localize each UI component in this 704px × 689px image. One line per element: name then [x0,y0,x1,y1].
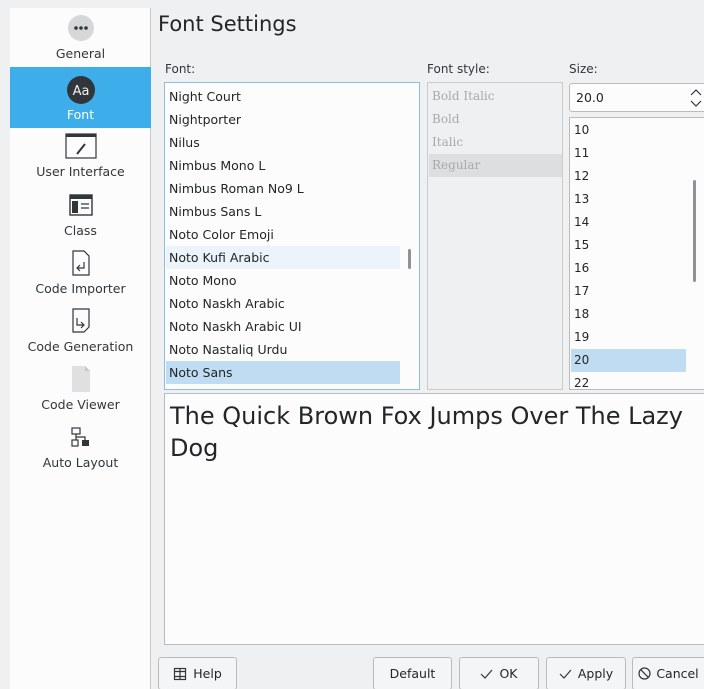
font-style-list[interactable]: Bold Italic Bold Italic Regular [427,82,563,390]
check-icon [559,669,572,679]
sidebar-item-auto-layout[interactable]: Auto Layout [10,421,151,477]
sidebar-item-label: General [55,46,106,61]
size-label: Size: [569,62,598,76]
list-item[interactable]: Nimbus Roman No9 L [166,177,400,200]
default-button-label: Default [389,666,436,681]
list-item[interactable]: 19 [571,326,686,349]
sidebar-item-label: Code Viewer [41,397,120,412]
sidebar-item-label: Font [66,107,95,122]
list-item[interactable]: 11 [571,142,686,165]
list-item[interactable]: 14 [571,211,686,234]
size-spinbox[interactable]: 20.0 [569,83,704,112]
svg-text:Aa: Aa [72,84,89,99]
list-item[interactable]: 18 [571,303,686,326]
list-item[interactable]: 22 [571,372,686,389]
ok-button-label: OK [499,666,518,681]
font-list-scrollbar[interactable] [408,249,411,269]
check-icon [481,669,493,679]
sidebar-item-code-importer[interactable]: Code Importer [10,247,151,303]
cancel-button[interactable]: Cancel [632,657,704,689]
sidebar-item-label: Class [64,223,97,238]
cancel-circle-icon [638,667,651,680]
list-item[interactable]: Nightporter [166,108,400,131]
font-preview-box: The Quick Brown Fox Jumps Over The Lazy … [164,393,704,645]
list-item[interactable]: 16 [571,257,686,280]
sidebar-item-label: User Interface [36,164,125,179]
sidebar-item-label: Code Generation [27,339,134,354]
list-item[interactable]: Noto Naskh Arabic [166,292,400,315]
list-item[interactable]: Noto Mono [166,269,400,292]
font-style-label: Font style: [427,62,490,76]
help-book-icon [174,667,187,680]
list-item[interactable]: 12 [571,165,686,188]
list-item-selected[interactable]: Regular [429,154,562,177]
list-item[interactable]: Nimbus Sans L [166,200,400,223]
apply-button[interactable]: Apply [546,657,626,689]
blank-document-icon [70,363,92,395]
font-family-list[interactable]: Night Court Nightporter Nilus Nimbus Mon… [164,82,420,390]
list-item[interactable]: Noto Naskh Arabic UI [166,315,400,338]
list-item-selected[interactable]: 20 [571,349,686,372]
list-item[interactable]: 15 [571,234,686,257]
list-item[interactable]: Noto Kufi Arabic [166,246,400,269]
spin-arrows-icon[interactable] [689,88,703,108]
ok-button[interactable]: OK [459,657,539,689]
font-label: Font: [165,62,196,76]
list-item[interactable]: Italic [429,131,562,154]
list-item[interactable]: Night Court [166,85,400,108]
sidebar-item-class[interactable]: Class [10,189,151,245]
list-item[interactable]: Noto Nastaliq Urdu [166,338,400,361]
help-button-label: Help [193,666,222,681]
list-item[interactable]: 17 [571,280,686,303]
page-title: Font Settings [158,12,297,36]
list-item[interactable]: 13 [571,188,686,211]
sidebar-item-code-viewer[interactable]: Code Viewer [10,363,151,419]
list-item-selected[interactable]: Noto Sans [166,361,400,384]
export-arrow-icon [70,305,92,337]
import-arrow-icon [70,247,92,279]
apply-button-label: Apply [577,666,614,681]
help-button[interactable]: Help [158,657,237,689]
font-settings-dialog: General Aa Font User Interface Class Cod… [0,0,704,689]
sidebar-item-label: Auto Layout [42,455,119,470]
sidebar-item-general[interactable]: General [10,12,151,70]
sidebar-item-label: Code Importer [35,281,126,296]
size-list-scrollbar[interactable] [693,180,696,282]
list-item[interactable]: Bold Italic [429,85,562,108]
size-value: 20.0 [576,90,604,105]
list-item[interactable]: Nimbus Mono L [166,154,400,177]
cancel-button-label: Cancel [656,666,699,681]
more-dots-icon [67,12,95,44]
preview-text: The Quick Brown Fox Jumps Over The Lazy … [170,402,683,462]
default-button[interactable]: Default [373,657,452,689]
sidebar-item-code-generation[interactable]: Code Generation [10,305,151,361]
auto-layout-icon [70,421,92,453]
list-item[interactable]: Nilus [166,131,400,154]
list-item[interactable]: 10 [571,119,686,142]
list-item[interactable]: Noto Color Emoji [166,223,400,246]
font-size-list[interactable]: 10 11 12 13 14 15 16 17 18 19 20 22 [569,117,704,390]
class-diagram-icon [68,189,93,221]
sidebar-item-user-interface[interactable]: User Interface [10,130,151,186]
pencil-window-icon [64,130,97,162]
list-item[interactable]: Bold [429,108,562,131]
sidebar-item-font[interactable]: Aa Font [10,67,151,128]
font-aa-icon: Aa [66,75,96,105]
settings-sidebar: General Aa Font User Interface Class Cod… [10,8,151,689]
